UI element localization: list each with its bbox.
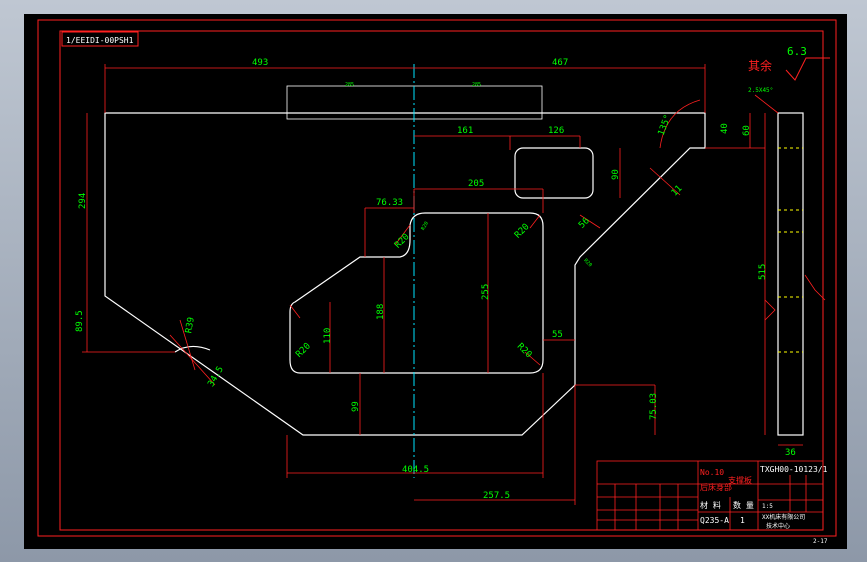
roughness-label: 其余 bbox=[748, 58, 772, 73]
dim-55: 55 bbox=[552, 330, 563, 340]
dim-90: 90 bbox=[611, 169, 621, 180]
dim-895: 89.5 bbox=[75, 310, 85, 332]
tb-company-2: 技术中心 bbox=[766, 522, 790, 530]
cad-drawing-canvas: 1/EEIDI-00PSH1 其余 6.3 2.5X45° 493 467 28… bbox=[24, 14, 847, 549]
dim-40: 40 bbox=[720, 123, 730, 134]
dim-60: 60 bbox=[742, 125, 752, 136]
dim-255: 255 bbox=[481, 284, 491, 300]
dim-7503: 75.03 bbox=[649, 393, 659, 420]
dim-99: 99 bbox=[351, 401, 361, 412]
dim-2575: 257.5 bbox=[483, 491, 510, 501]
tb-drawing-no: TXGH00-10123/1 bbox=[760, 465, 828, 474]
chamfer-note: 2.5X45° bbox=[748, 87, 773, 94]
dim-493: 493 bbox=[252, 58, 268, 68]
dim-188: 188 bbox=[376, 304, 386, 320]
dim-110: 110 bbox=[323, 328, 333, 344]
dim-126: 126 bbox=[548, 126, 564, 136]
tb-scale: 1:5 bbox=[762, 503, 773, 510]
dim-515: 515 bbox=[758, 264, 768, 280]
dim-161: 161 bbox=[457, 126, 473, 136]
tb-assembly: 支撑板 bbox=[728, 475, 752, 485]
dim-467: 467 bbox=[552, 58, 568, 68]
tb-qty-label: 数 量 bbox=[733, 500, 754, 510]
roughness-value: 6.3 bbox=[787, 45, 807, 58]
tb-material-no: No.10 bbox=[700, 468, 724, 477]
dim-slot-right: 285 bbox=[472, 82, 481, 88]
dim-294: 294 bbox=[78, 193, 88, 209]
tb-material-value: Q235-A bbox=[700, 516, 729, 525]
tb-qty-value: 1 bbox=[740, 516, 745, 525]
tb-material-label: 材 料 bbox=[700, 500, 721, 510]
tb-company-1: XX机床有限公司 bbox=[762, 513, 805, 521]
dim-7633: 76.33 bbox=[376, 198, 403, 208]
dim-205: 205 bbox=[468, 179, 484, 189]
dim-4045: 404.5 bbox=[402, 465, 429, 475]
corner-note: 2-17 bbox=[813, 538, 828, 545]
dim-slot-left: 285 bbox=[345, 82, 354, 88]
drawing-code-text: 1/EEIDI-00PSH1 bbox=[66, 36, 134, 45]
dim-36: 36 bbox=[785, 448, 796, 458]
